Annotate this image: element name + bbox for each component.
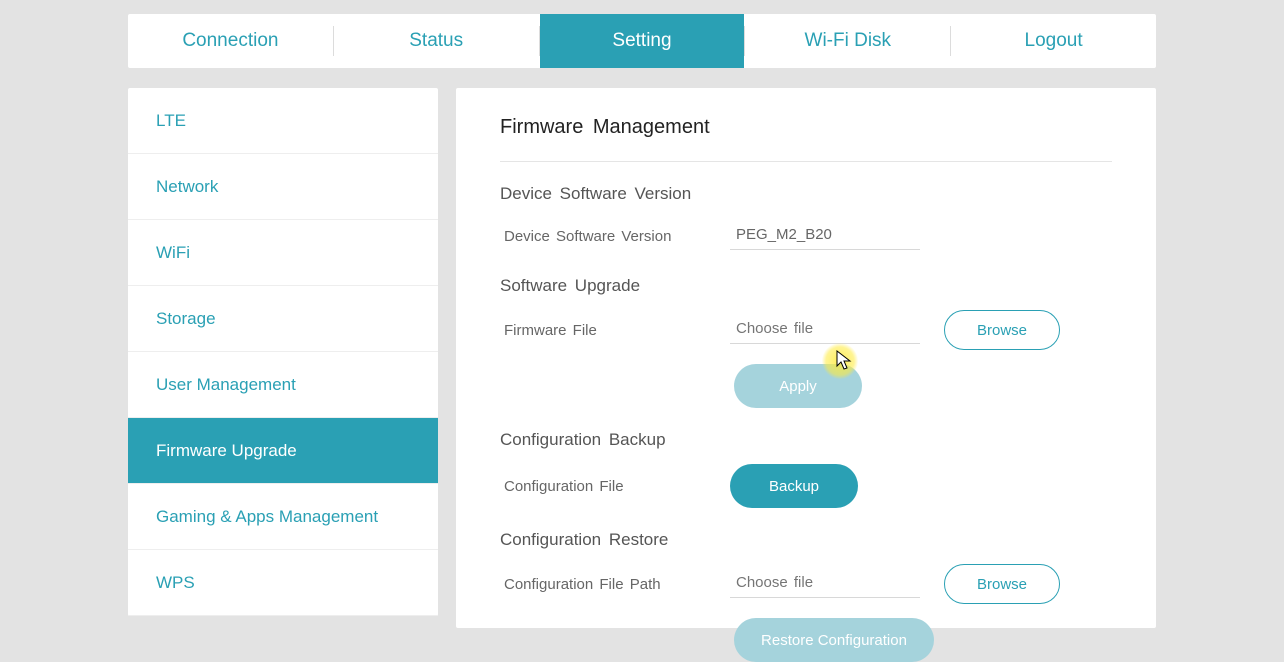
sidebar-item-storage[interactable]: Storage (128, 286, 438, 352)
sidebar-item-label: Network (156, 177, 218, 197)
sidebar-item-label: Firmware Upgrade (156, 441, 297, 461)
backup-button[interactable]: Backup (730, 464, 858, 508)
section-device-version-title: Device Software Version (500, 184, 1112, 204)
nav-setting[interactable]: Setting (540, 14, 745, 68)
config-file-label: Configuration File (500, 478, 730, 495)
sidebar-item-user-management[interactable]: User Management (128, 352, 438, 418)
nav-logout[interactable]: Logout (951, 14, 1156, 68)
sidebar-item-gaming-apps[interactable]: Gaming & Apps Management (128, 484, 438, 550)
device-version-value: PEG_M2_B20 (730, 222, 920, 250)
nav-label: Status (409, 30, 463, 52)
row-device-version: Device Software Version PEG_M2_B20 (500, 218, 1112, 254)
firmware-file-input[interactable] (730, 316, 920, 344)
sidebar-item-label: WiFi (156, 243, 190, 263)
config-file-path-input[interactable] (730, 570, 920, 598)
nav-label: Logout (1025, 30, 1083, 52)
sidebar-item-wps[interactable]: WPS (128, 550, 438, 616)
nav-status[interactable]: Status (334, 14, 539, 68)
section-config-backup-title: Configuration Backup (500, 430, 1112, 450)
sidebar-item-label: User Management (156, 375, 296, 395)
main-panel: Firmware Management Device Software Vers… (456, 88, 1156, 628)
page-title: Firmware Management (500, 116, 1112, 162)
sidebar-item-lte[interactable]: LTE (128, 88, 438, 154)
nav-connection[interactable]: Connection (128, 14, 333, 68)
nav-wifi-disk[interactable]: Wi-Fi Disk (745, 14, 950, 68)
sidebar-item-wifi[interactable]: WiFi (128, 220, 438, 286)
row-config-restore: Configuration File Path Browse (500, 564, 1112, 604)
nav-label: Connection (182, 30, 278, 52)
row-firmware-file: Firmware File Browse (500, 310, 1112, 350)
apply-button[interactable]: Apply (734, 364, 862, 408)
browse-firmware-button[interactable]: Browse (944, 310, 1060, 350)
sidebar-item-network[interactable]: Network (128, 154, 438, 220)
nav-label: Wi-Fi Disk (805, 30, 892, 52)
row-config-backup: Configuration File Backup (500, 464, 1112, 508)
sidebar-item-firmware-upgrade[interactable]: Firmware Upgrade (128, 418, 438, 484)
restore-row: Restore Configuration (500, 618, 1112, 662)
restore-configuration-button[interactable]: Restore Configuration (734, 618, 934, 662)
section-config-restore-title: Configuration Restore (500, 530, 1112, 550)
device-version-label: Device Software Version (500, 228, 730, 245)
firmware-file-label: Firmware File (500, 322, 730, 339)
section-software-upgrade-title: Software Upgrade (500, 276, 1112, 296)
sidebar: LTE Network WiFi Storage User Management… (128, 88, 438, 616)
nav-label: Setting (612, 30, 671, 52)
sidebar-item-label: Gaming & Apps Management (156, 507, 378, 527)
apply-row: Apply (500, 364, 1112, 408)
config-file-path-label: Configuration File Path (500, 576, 730, 593)
sidebar-item-label: Storage (156, 309, 216, 329)
sidebar-item-label: LTE (156, 111, 186, 131)
browse-config-button[interactable]: Browse (944, 564, 1060, 604)
top-nav: Connection Status Setting Wi-Fi Disk Log… (128, 14, 1156, 68)
sidebar-item-label: WPS (156, 573, 195, 593)
